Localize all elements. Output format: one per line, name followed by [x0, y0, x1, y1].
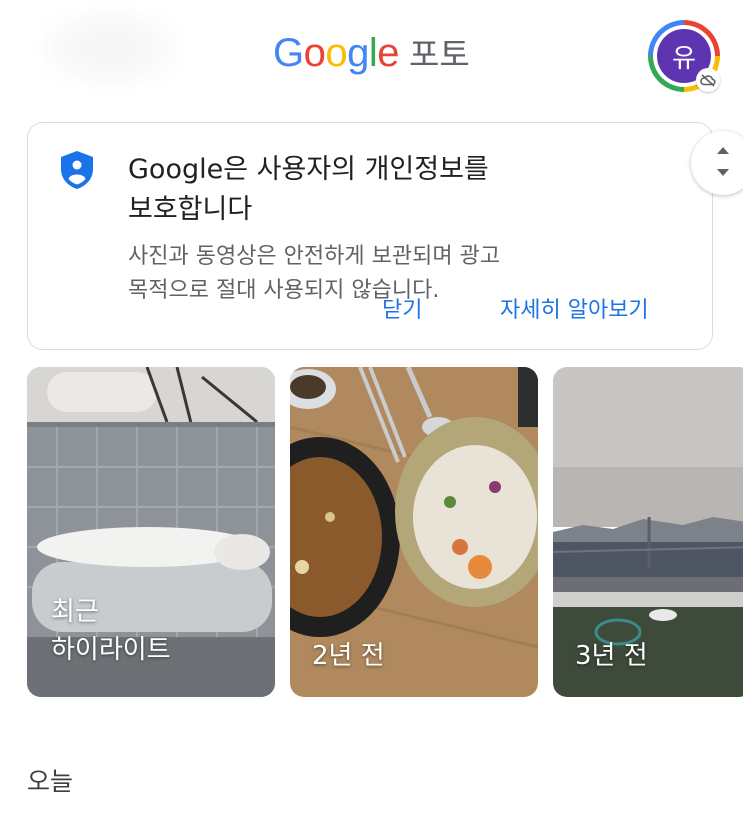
memory-card-3-years-ago[interactable]: 3년 전: [553, 367, 743, 697]
cloud-off-icon: [700, 74, 716, 87]
logo-suffix: 포토: [409, 35, 470, 74]
logo-letter: l: [368, 31, 378, 75]
memory-label: 최근 하이라이트: [51, 597, 171, 665]
date-section-header: 오늘: [27, 767, 74, 796]
memory-card-2-years-ago[interactable]: 2년 전: [290, 367, 538, 697]
avatar-initial: 유: [672, 43, 696, 74]
shield-icon: [61, 151, 93, 189]
privacy-card-title: Google은 사용자의 개인정보를 보호합니다: [128, 154, 489, 225]
blurred-region: [40, 8, 180, 88]
logo-letter: o: [325, 31, 348, 75]
close-button[interactable]: 닫기: [382, 292, 422, 324]
up-down-arrows-icon: [717, 147, 729, 176]
account-avatar-button[interactable]: 유: [648, 20, 720, 92]
backup-off-badge: [696, 68, 720, 92]
logo-letter: e: [377, 31, 400, 75]
learn-more-link[interactable]: 자세히 알아보기: [500, 292, 649, 324]
fast-scroll-handle[interactable]: [691, 131, 743, 195]
google-wordmark: Google: [273, 31, 400, 76]
memory-label: 3년 전: [575, 641, 648, 671]
google-photos-logo: Google 포토: [273, 28, 470, 78]
memory-label: 2년 전: [312, 641, 385, 671]
memory-card-recent-highlights[interactable]: 최근 하이라이트: [27, 367, 275, 697]
logo-letter: G: [273, 31, 304, 75]
top-app-bar: Google 포토 유: [0, 0, 743, 110]
logo-letter: o: [303, 31, 326, 75]
logo-letter: g: [347, 31, 369, 75]
